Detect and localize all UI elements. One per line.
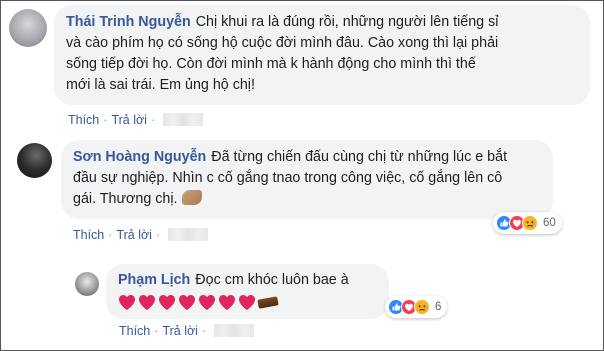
like-link[interactable]: Thích bbox=[68, 113, 99, 127]
comment-actions: Thích · Trả lời · bbox=[68, 113, 204, 127]
comment-text-line: Đọc cm khóc luôn bae à bbox=[195, 272, 349, 288]
wood-emoji-icon bbox=[257, 296, 279, 309]
avatar[interactable] bbox=[75, 272, 99, 296]
like-link[interactable]: Thích bbox=[119, 324, 150, 338]
comment-bubble: Sơn Hoàng Nguyễn Đã từng chiến đấu cùng c… bbox=[61, 140, 553, 219]
timestamp-blurred bbox=[163, 113, 204, 126]
avatar[interactable] bbox=[17, 143, 52, 178]
sad-icon bbox=[414, 299, 430, 315]
flexed-arm-emoji-icon bbox=[181, 190, 202, 205]
reply-link[interactable]: Trả lời bbox=[162, 324, 198, 338]
reaction-summary[interactable]: 60 bbox=[493, 212, 562, 234]
comment-text-line: sống tiếp đời họ. Còn đời mình mà k hành… bbox=[66, 56, 476, 72]
comment-bubble: Thái Trinh Nguyễn Chị khui ra là đúng rồi… bbox=[54, 5, 590, 105]
comment-author[interactable]: Phạm Lịch bbox=[118, 272, 190, 288]
comment-text-line: và cào phím họ có sống hộ cuộc đời mình … bbox=[66, 35, 499, 51]
reaction-summary[interactable]: 6 bbox=[385, 296, 448, 318]
sad-icon bbox=[522, 215, 538, 231]
avatar[interactable] bbox=[9, 9, 47, 47]
reaction-count: 60 bbox=[543, 217, 556, 229]
heart-emoji-icon bbox=[179, 295, 195, 310]
heart-emoji-icon bbox=[219, 295, 235, 310]
comment-bubble: Phạm Lịch Đọc cm khóc luôn bae à bbox=[106, 264, 389, 319]
heart-emoji-icon bbox=[239, 295, 255, 310]
comment-text-line: gái. Thương chị. bbox=[73, 191, 178, 207]
comment-actions: Thích · Trả lời · bbox=[73, 228, 209, 242]
reply-link[interactable]: Trả lời bbox=[116, 228, 152, 242]
comment-author[interactable]: Sơn Hoàng Nguyễn bbox=[73, 149, 206, 165]
heart-emoji-icon bbox=[159, 295, 175, 310]
hearts-emoji-row bbox=[118, 294, 279, 311]
comment-author[interactable]: Thái Trinh Nguyễn bbox=[66, 14, 191, 30]
reaction-count: 6 bbox=[435, 301, 442, 313]
timestamp-blurred bbox=[214, 324, 255, 337]
heart-emoji-icon bbox=[199, 295, 215, 310]
comment-text-line: đầu sự nghiệp. Nhìn c cố gắng tnao trong… bbox=[73, 170, 503, 186]
like-link[interactable]: Thích bbox=[73, 228, 104, 242]
heart-emoji-icon bbox=[139, 295, 155, 310]
reply-link[interactable]: Trả lời bbox=[111, 113, 147, 127]
heart-emoji-icon bbox=[119, 295, 135, 310]
comment-text-line: mới là sai trái. Em ủng hộ chị! bbox=[66, 77, 255, 93]
timestamp-blurred bbox=[168, 228, 209, 241]
comment-text-line: Chị khui ra là đúng rồi, những người lên… bbox=[195, 14, 499, 30]
comment-text-line: Đã từng chiến đấu cùng chị từ những lúc … bbox=[211, 149, 508, 165]
comment-actions: Thích · Trả lời · bbox=[119, 324, 255, 338]
